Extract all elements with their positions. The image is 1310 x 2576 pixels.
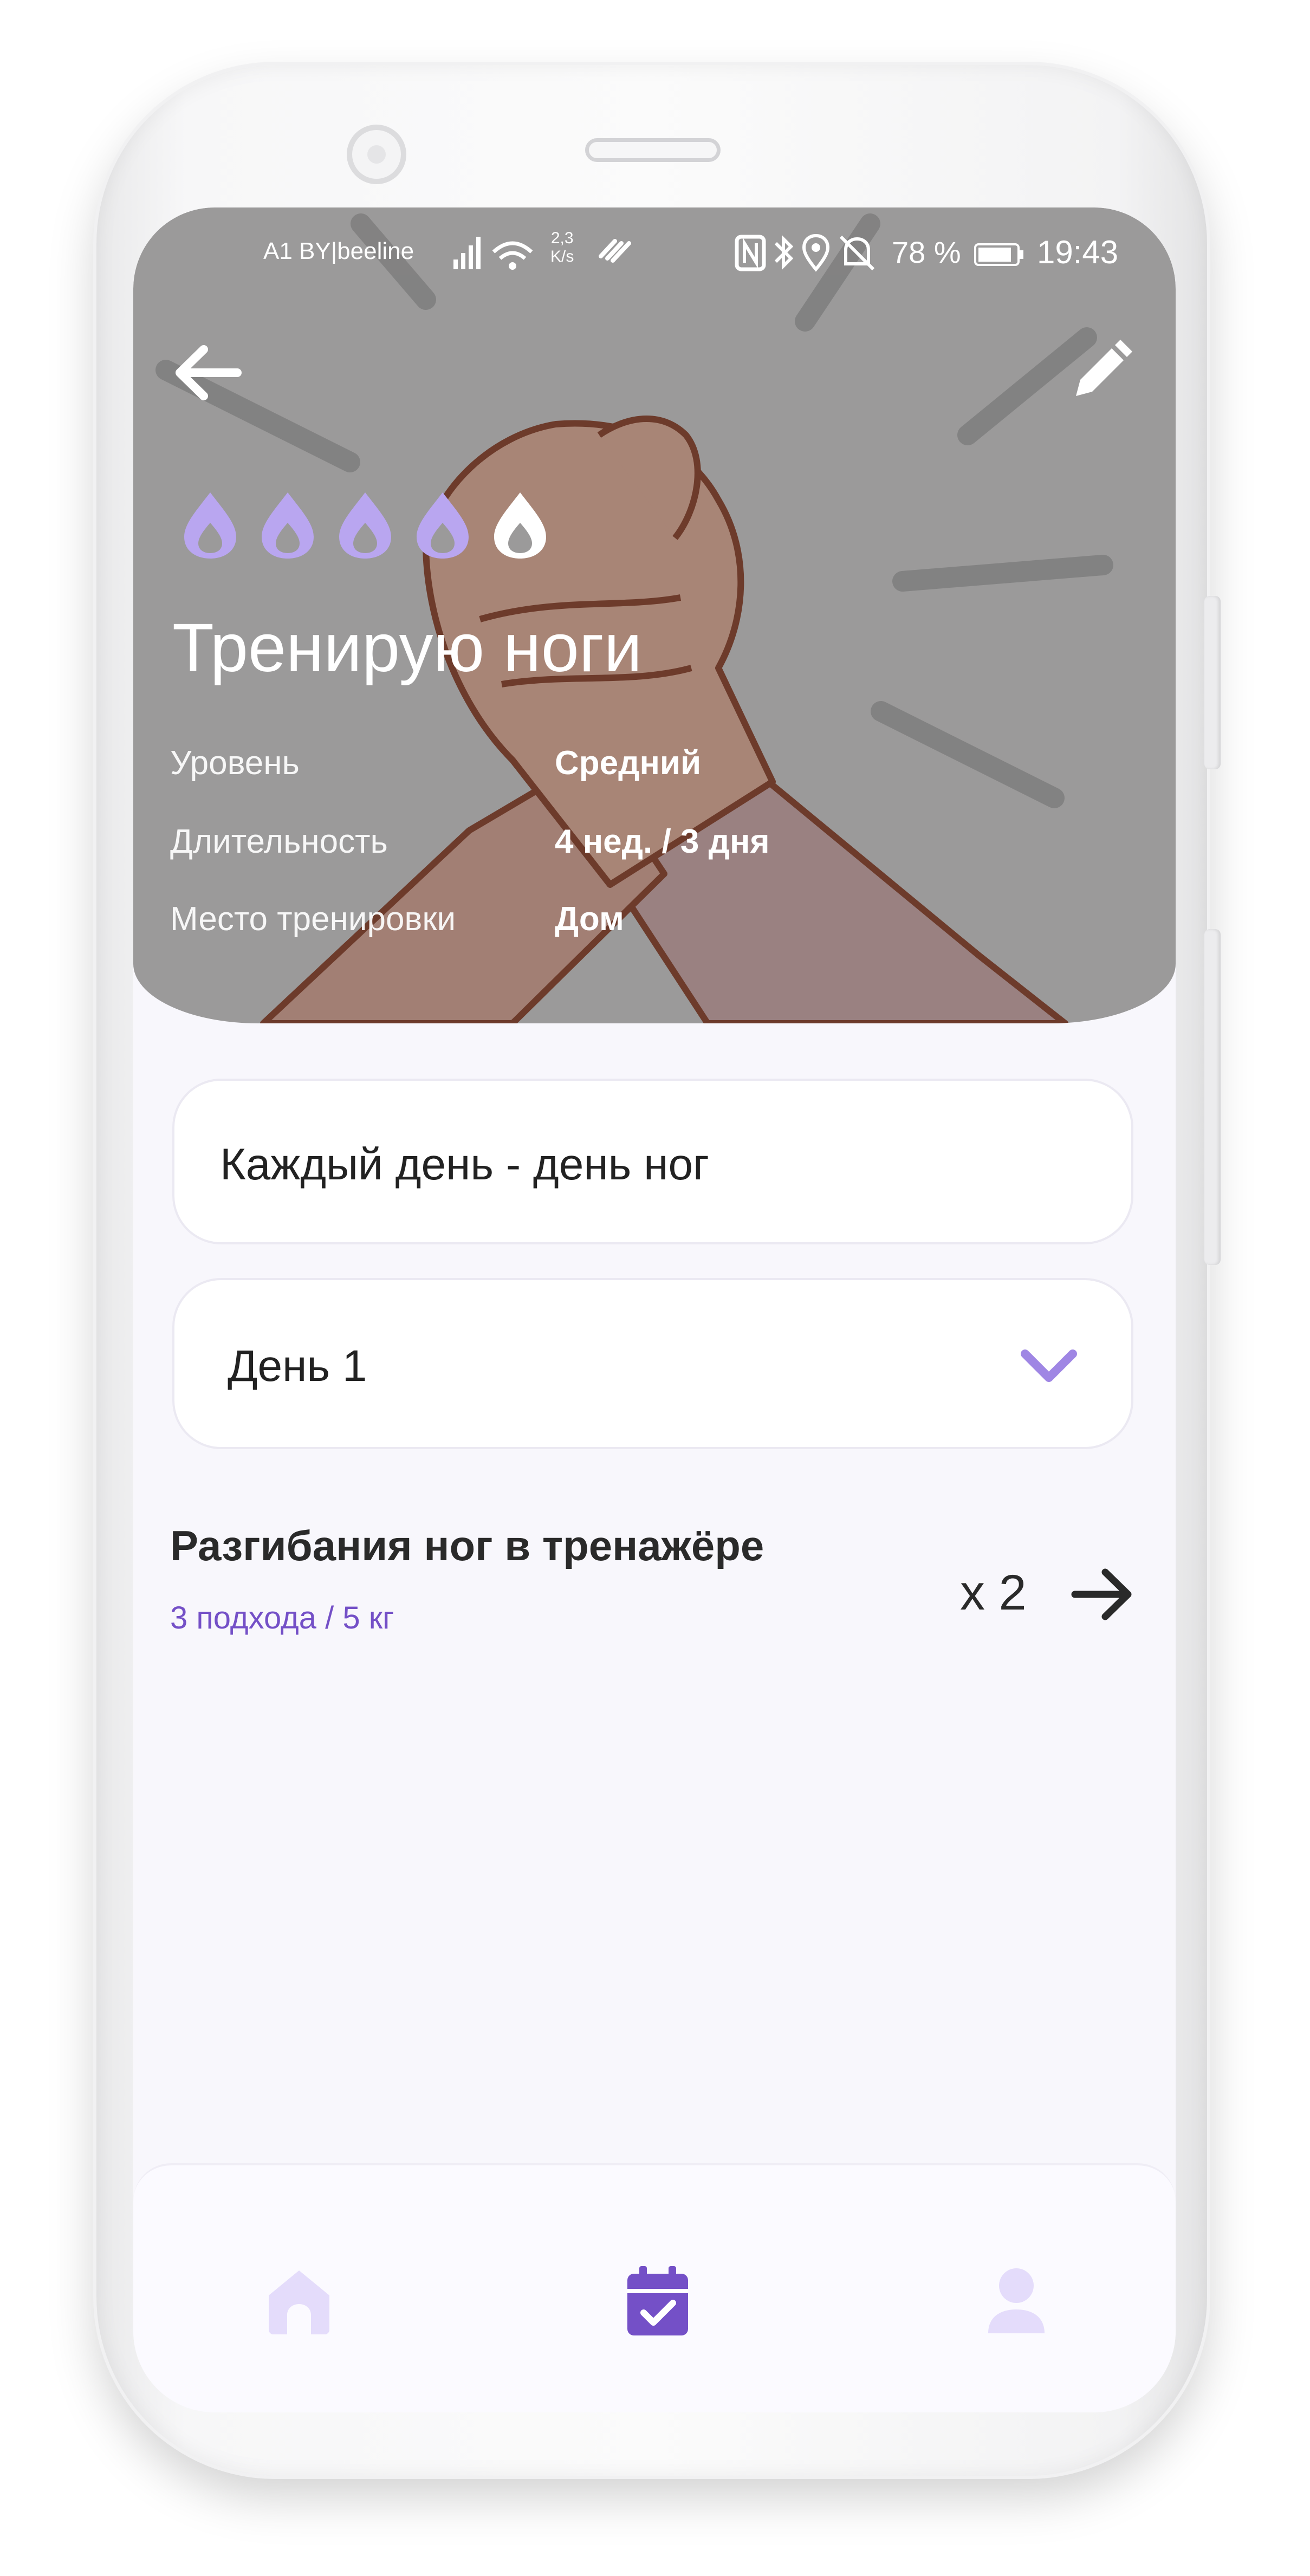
chevron-down-icon [1021,1349,1077,1382]
exercise-details: 3 подхода / 5 кг [170,1600,394,1636]
workout-header: A1 BY|beeline 2,3 K/s 78 % 19:43 Трениру… [133,207,1176,1023]
arrow-right-icon[interactable] [1071,1565,1136,1624]
app-screen: A1 BY|beeline 2,3 K/s 78 % 19:43 Трениру… [133,207,1176,2412]
power-button [1204,929,1221,1265]
calendar-check-icon[interactable] [620,2263,696,2339]
flame-drop-icon [417,492,469,559]
level-value: Средний [555,744,702,782]
intensity-rating [179,489,552,560]
level-label: Уровень [170,744,300,782]
duration-label: Длительность [170,823,388,860]
status-time: 19:43 [1037,234,1119,270]
flame-drop-icon [339,492,391,559]
battery-icon [974,243,1023,266]
program-name: Каждый день - день ног [220,1140,709,1189]
data-saver-icon [599,239,631,263]
location-value: Дом [555,900,624,938]
battery-percent: 78 % [892,235,961,269]
back-arrow-icon[interactable] [169,338,245,408]
carrier-name: A1 BY|beeline [263,238,414,264]
day-select[interactable]: День 1 [172,1278,1133,1449]
earpiece-speaker [585,138,721,162]
network-speed: 2,3 K/s [550,229,574,265]
flame-drop-icon [262,492,314,559]
home-icon[interactable] [261,2263,337,2339]
exercise-name[interactable]: Разгибания ног в тренажёре [170,1521,764,1571]
bottom-navigation [133,2163,1176,2412]
day-select-value: День 1 [228,1341,367,1391]
workout-title: Тренирую ноги [172,609,643,686]
status-bar: A1 BY|beeline 2,3 K/s 78 % 19:43 [133,207,1176,289]
edit-pencil-icon[interactable] [1064,338,1134,408]
flame-drop-icon [184,492,236,559]
location-label: Место тренировки [170,900,456,938]
duration-value: 4 нед. / 3 дня [555,823,770,860]
program-name-card: Каждый день - день ног [172,1079,1133,1244]
exercise-multiplier: x 2 [960,1565,1027,1620]
front-camera [347,125,406,184]
volume-button [1204,596,1221,769]
nfc-bluetooth-location-mute-icons [735,233,875,272]
signal-wifi-icon [453,237,533,270]
flame-drop-icon-empty [494,492,546,559]
user-icon[interactable] [978,2263,1054,2339]
